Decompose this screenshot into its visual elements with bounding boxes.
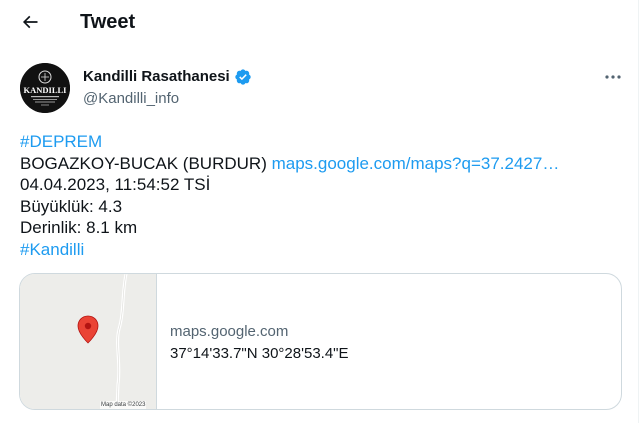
map-thumbnail[interactable]: Map data ©2023 [20, 274, 157, 409]
back-button[interactable] [12, 4, 48, 40]
tweet-page: Tweet KANDILLI Kandilli Rasathanesi @Kan… [0, 0, 639, 423]
map-link[interactable]: maps.google.com/maps?q=37.2427… [272, 154, 560, 173]
tweet-text: #DEPREM BOGAZKOY-BUCAK (BURDUR) maps.goo… [20, 131, 620, 260]
more-dots-icon [605, 75, 621, 79]
depth-text: Derinlik: 8.1 km [20, 218, 138, 237]
verified-badge-icon [234, 68, 252, 86]
hashtag-kandilli[interactable]: #Kandilli [20, 240, 84, 259]
datetime-text: 04.04.2023, 11:54:52 TSİ [20, 175, 211, 194]
author-name[interactable]: Kandilli Rasathanesi [83, 67, 252, 87]
card-title: 37°14'33.7"N 30°28'53.4"E [170, 345, 349, 362]
avatar-wordmark: KANDILLI [24, 85, 68, 95]
map-image [20, 274, 156, 409]
more-options-button[interactable] [600, 66, 626, 88]
avatar[interactable]: KANDILLI [20, 63, 70, 113]
page-title: Tweet [80, 11, 136, 33]
magnitude-text: Büyüklük: 4.3 [20, 196, 123, 216]
location-text: BOGAZKOY-BUCAK (BURDUR) [20, 153, 272, 173]
page-header: Tweet [0, 0, 639, 44]
arrow-left-icon [22, 15, 38, 29]
hashtag-deprem[interactable]: #DEPREM [20, 132, 102, 151]
kandilli-logo: KANDILLI [20, 63, 70, 113]
card-domain: maps.google.com [170, 323, 289, 340]
author-name-text[interactable]: Kandilli Rasathanesi [83, 67, 230, 87]
author-handle[interactable]: @Kandilli_info [83, 89, 179, 109]
map-credit: Map data ©2023 [100, 401, 147, 409]
link-card[interactable]: Map data ©2023 maps.google.com 37°14'33.… [19, 273, 622, 410]
